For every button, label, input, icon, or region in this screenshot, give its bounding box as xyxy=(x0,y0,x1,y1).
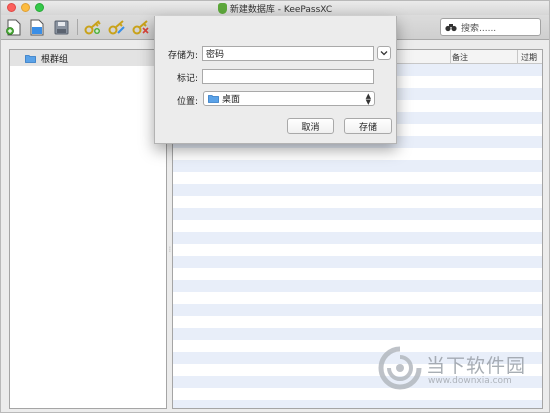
binoculars-icon xyxy=(445,23,457,31)
close-window-button[interactable] xyxy=(7,3,16,12)
add-entry-icon xyxy=(84,20,101,35)
location-value: 桌面 xyxy=(222,95,241,105)
save-dialog: 存储为: 密码 标记: 位置: 桌面 ▲ ▼ 取消 存储 xyxy=(154,16,397,144)
keepassxc-app-icon xyxy=(217,2,227,14)
window-title: 新建数据库 - KeePassXC xyxy=(229,4,333,15)
tags-label: 标记: xyxy=(176,74,198,84)
edit-entry-button[interactable] xyxy=(107,17,127,37)
group-tree-panel: 根群组 xyxy=(9,49,167,409)
tags-field[interactable] xyxy=(202,69,374,84)
toolbar-separator xyxy=(77,19,78,35)
search-box[interactable]: 搜索...... xyxy=(440,18,541,36)
watermark-logo-icon xyxy=(378,346,422,390)
delete-entry-button[interactable] xyxy=(131,17,151,37)
watermark: 当下软件园 www.downxia.com xyxy=(378,346,543,401)
save-as-label: 存储为: xyxy=(167,51,198,61)
save-database-icon xyxy=(54,20,68,34)
cancel-button[interactable]: 取消 xyxy=(287,118,334,134)
table-row-stripe xyxy=(173,304,542,316)
column-header-expires[interactable]: 过期 xyxy=(521,52,537,63)
open-database-icon xyxy=(30,19,44,35)
table-row-stripe xyxy=(173,328,542,340)
group-item-label: 根群组 xyxy=(41,54,69,65)
app-window: 新建数据库 - KeePassXC 搜索...... 根群组 ⋮ 备注 过期 当… xyxy=(0,0,550,413)
title-bar[interactable]: 新建数据库 - KeePassXC xyxy=(1,1,549,15)
new-database-button[interactable] xyxy=(4,17,24,37)
chevron-down-icon xyxy=(380,51,388,56)
expand-dialog-button[interactable] xyxy=(377,46,391,60)
save-as-field[interactable]: 密码 xyxy=(202,46,374,61)
minimize-window-button[interactable] xyxy=(21,3,30,12)
table-row-stripe xyxy=(173,400,542,408)
window-title-group: 新建数据库 - KeePassXC xyxy=(217,2,333,15)
column-divider[interactable] xyxy=(450,50,451,64)
group-item-root[interactable]: 根群组 xyxy=(10,50,166,66)
window-controls xyxy=(7,3,44,12)
location-select[interactable]: 桌面 ▲ ▼ xyxy=(203,91,375,106)
updown-arrows-icon: ▲ ▼ xyxy=(365,92,371,106)
add-entry-button[interactable] xyxy=(83,17,103,37)
table-row-stripe xyxy=(173,256,542,268)
watermark-url: www.downxia.com xyxy=(428,376,512,386)
folder-icon xyxy=(25,54,36,63)
maximize-window-button[interactable] xyxy=(35,3,44,12)
table-row-stripe xyxy=(173,280,542,292)
open-database-button[interactable] xyxy=(27,17,47,37)
watermark-text: 当下软件园 xyxy=(426,355,527,377)
table-row-stripe xyxy=(173,232,542,244)
search-input[interactable]: 搜索...... xyxy=(461,21,496,34)
folder-icon xyxy=(208,95,219,103)
delete-entry-icon xyxy=(132,20,149,35)
table-row-stripe xyxy=(173,160,542,172)
table-row-stripe xyxy=(173,208,542,220)
column-header-notes[interactable]: 备注 xyxy=(452,52,468,63)
location-label: 位置: xyxy=(176,97,198,107)
edit-entry-icon xyxy=(108,20,125,35)
new-database-icon xyxy=(6,19,21,35)
table-row-stripe xyxy=(173,184,542,196)
column-divider[interactable] xyxy=(517,50,518,64)
save-as-value: 密码 xyxy=(206,50,225,60)
save-database-button[interactable] xyxy=(51,17,71,37)
save-button[interactable]: 存储 xyxy=(344,118,392,134)
